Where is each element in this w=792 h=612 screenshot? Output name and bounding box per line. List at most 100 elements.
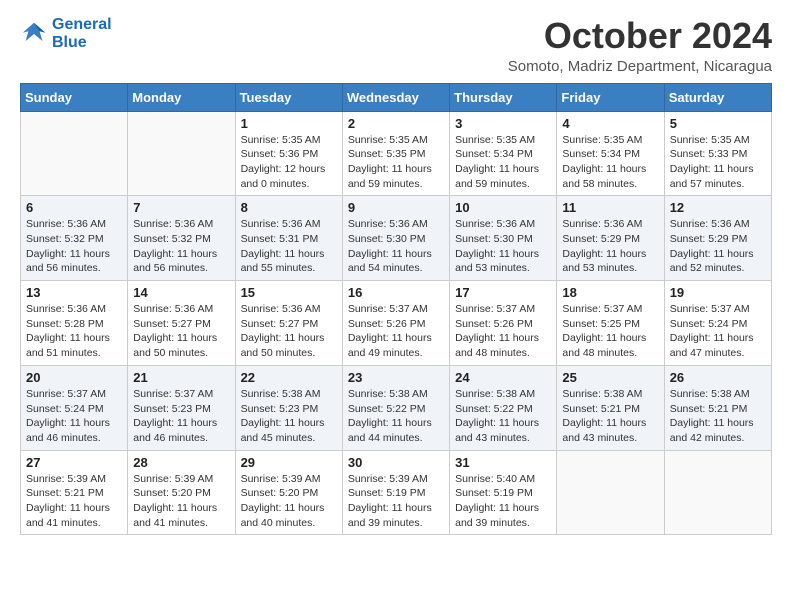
cell-info: Sunrise: 5:39 AMSunset: 5:21 PMDaylight:… — [26, 472, 122, 531]
logo-blue: Blue — [52, 34, 112, 52]
calendar-cell: 24Sunrise: 5:38 AMSunset: 5:22 PMDayligh… — [450, 365, 557, 450]
day-number: 18 — [562, 285, 658, 300]
page: General Blue October 2024 Somoto, Madriz… — [0, 0, 792, 551]
calendar-table: Sunday Monday Tuesday Wednesday Thursday… — [20, 83, 772, 536]
logo: General Blue — [20, 16, 112, 51]
cell-info: Sunrise: 5:38 AMSunset: 5:22 PMDaylight:… — [455, 387, 551, 446]
cell-info: Sunrise: 5:36 AMSunset: 5:31 PMDaylight:… — [241, 217, 337, 276]
calendar-cell: 13Sunrise: 5:36 AMSunset: 5:28 PMDayligh… — [21, 281, 128, 366]
day-number: 7 — [133, 200, 229, 215]
day-number: 23 — [348, 370, 444, 385]
calendar-cell: 22Sunrise: 5:38 AMSunset: 5:23 PMDayligh… — [235, 365, 342, 450]
cell-info: Sunrise: 5:35 AMSunset: 5:36 PMDaylight:… — [241, 133, 337, 192]
day-number: 2 — [348, 116, 444, 131]
day-number: 31 — [455, 455, 551, 470]
logo-text: General Blue — [52, 16, 112, 51]
header-wednesday: Wednesday — [342, 83, 449, 111]
cell-info: Sunrise: 5:35 AMSunset: 5:34 PMDaylight:… — [562, 133, 658, 192]
day-number: 8 — [241, 200, 337, 215]
day-number: 29 — [241, 455, 337, 470]
calendar-cell: 29 Sunrise: 5:39 AMSunset: 5:20 PMDayligh… — [235, 450, 342, 535]
header-saturday: Saturday — [664, 83, 771, 111]
day-number: 1 — [241, 116, 337, 131]
cell-info: Sunrise: 5:37 AMSunset: 5:24 PMDaylight:… — [670, 302, 766, 361]
calendar-cell: 26 Sunrise: 5:38 AMSunset: 5:21 PMDayligh… — [664, 365, 771, 450]
calendar-cell: 3Sunrise: 5:35 AMSunset: 5:34 PMDaylight… — [450, 111, 557, 196]
cell-info: Sunrise: 5:36 AMSunset: 5:29 PMDaylight:… — [562, 217, 658, 276]
calendar-week-2: 6 Sunrise: 5:36 AMSunset: 5:32 PMDaylight… — [21, 196, 772, 281]
day-number: 30 — [348, 455, 444, 470]
day-number: 5 — [670, 116, 766, 131]
calendar-cell: 19Sunrise: 5:37 AMSunset: 5:24 PMDayligh… — [664, 281, 771, 366]
header-sunday: Sunday — [21, 83, 128, 111]
calendar-cell: 4 Sunrise: 5:35 AMSunset: 5:34 PMDaylight… — [557, 111, 664, 196]
cell-info: Sunrise: 5:38 AMSunset: 5:21 PMDaylight:… — [562, 387, 658, 446]
calendar-cell: 14Sunrise: 5:36 AMSunset: 5:27 PMDayligh… — [128, 281, 235, 366]
day-number: 20 — [26, 370, 122, 385]
header-tuesday: Tuesday — [235, 83, 342, 111]
day-number: 27 — [26, 455, 122, 470]
cell-info: Sunrise: 5:37 AMSunset: 5:26 PMDaylight:… — [455, 302, 551, 361]
calendar-cell: 15 Sunrise: 5:36 AMSunset: 5:27 PMDayligh… — [235, 281, 342, 366]
day-number: 15 — [241, 285, 337, 300]
cell-info: Sunrise: 5:40 AMSunset: 5:19 PMDaylight:… — [455, 472, 551, 531]
month-title: October 2024 — [508, 16, 772, 56]
day-number: 3 — [455, 116, 551, 131]
day-number: 17 — [455, 285, 551, 300]
day-number: 26 — [670, 370, 766, 385]
cell-info: Sunrise: 5:37 AMSunset: 5:26 PMDaylight:… — [348, 302, 444, 361]
calendar-cell — [664, 450, 771, 535]
day-number: 25 — [562, 370, 658, 385]
header: General Blue October 2024 Somoto, Madriz… — [20, 16, 772, 75]
calendar-cell — [128, 111, 235, 196]
cell-info: Sunrise: 5:36 AMSunset: 5:29 PMDaylight:… — [670, 217, 766, 276]
weekday-header-row: Sunday Monday Tuesday Wednesday Thursday… — [21, 83, 772, 111]
cell-info: Sunrise: 5:38 AMSunset: 5:21 PMDaylight:… — [670, 387, 766, 446]
calendar-cell: 18Sunrise: 5:37 AMSunset: 5:25 PMDayligh… — [557, 281, 664, 366]
calendar-cell — [557, 450, 664, 535]
day-number: 9 — [348, 200, 444, 215]
cell-info: Sunrise: 5:39 AMSunset: 5:20 PMDaylight:… — [241, 472, 337, 531]
day-number: 12 — [670, 200, 766, 215]
day-number: 11 — [562, 200, 658, 215]
calendar-cell: 28 Sunrise: 5:39 AMSunset: 5:20 PMDayligh… — [128, 450, 235, 535]
calendar-cell: 2 Sunrise: 5:35 AMSunset: 5:35 PMDaylight… — [342, 111, 449, 196]
calendar-cell: 10 Sunrise: 5:36 AMSunset: 5:30 PMDayligh… — [450, 196, 557, 281]
cell-info: Sunrise: 5:38 AMSunset: 5:23 PMDaylight:… — [241, 387, 337, 446]
calendar-cell: 9Sunrise: 5:36 AMSunset: 5:30 PMDaylight… — [342, 196, 449, 281]
day-number: 14 — [133, 285, 229, 300]
logo-general: General — [52, 16, 112, 33]
logo-icon — [20, 20, 48, 48]
calendar-cell — [21, 111, 128, 196]
day-number: 13 — [26, 285, 122, 300]
calendar-cell: 31 Sunrise: 5:40 AMSunset: 5:19 PMDayligh… — [450, 450, 557, 535]
calendar-cell: 20Sunrise: 5:37 AMSunset: 5:24 PMDayligh… — [21, 365, 128, 450]
calendar-cell: 27 Sunrise: 5:39 AMSunset: 5:21 PMDayligh… — [21, 450, 128, 535]
day-number: 4 — [562, 116, 658, 131]
header-friday: Friday — [557, 83, 664, 111]
day-number: 10 — [455, 200, 551, 215]
calendar-week-3: 13Sunrise: 5:36 AMSunset: 5:28 PMDayligh… — [21, 281, 772, 366]
cell-info: Sunrise: 5:36 AMSunset: 5:27 PMDaylight:… — [241, 302, 337, 361]
calendar-cell: 17 Sunrise: 5:37 AMSunset: 5:26 PMDayligh… — [450, 281, 557, 366]
calendar-cell: 30Sunrise: 5:39 AMSunset: 5:19 PMDayligh… — [342, 450, 449, 535]
day-number: 28 — [133, 455, 229, 470]
calendar-cell: 7 Sunrise: 5:36 AMSunset: 5:32 PMDaylight… — [128, 196, 235, 281]
calendar-cell: 8 Sunrise: 5:36 AMSunset: 5:31 PMDaylight… — [235, 196, 342, 281]
title-block: October 2024 Somoto, Madriz Department, … — [508, 16, 772, 75]
cell-info: Sunrise: 5:36 AMSunset: 5:30 PMDaylight:… — [455, 217, 551, 276]
day-number: 16 — [348, 285, 444, 300]
cell-info: Sunrise: 5:36 AMSunset: 5:32 PMDaylight:… — [133, 217, 229, 276]
location-subtitle: Somoto, Madriz Department, Nicaragua — [508, 58, 772, 75]
calendar-cell: 1 Sunrise: 5:35 AMSunset: 5:36 PMDaylight… — [235, 111, 342, 196]
cell-info: Sunrise: 5:37 AMSunset: 5:23 PMDaylight:… — [133, 387, 229, 446]
calendar-cell: 5Sunrise: 5:35 AMSunset: 5:33 PMDaylight… — [664, 111, 771, 196]
header-monday: Monday — [128, 83, 235, 111]
calendar-week-4: 20Sunrise: 5:37 AMSunset: 5:24 PMDayligh… — [21, 365, 772, 450]
cell-info: Sunrise: 5:36 AMSunset: 5:32 PMDaylight:… — [26, 217, 122, 276]
day-number: 6 — [26, 200, 122, 215]
cell-info: Sunrise: 5:35 AMSunset: 5:35 PMDaylight:… — [348, 133, 444, 192]
cell-info: Sunrise: 5:39 AMSunset: 5:20 PMDaylight:… — [133, 472, 229, 531]
calendar-cell: 12 Sunrise: 5:36 AMSunset: 5:29 PMDayligh… — [664, 196, 771, 281]
calendar-cell: 6 Sunrise: 5:36 AMSunset: 5:32 PMDaylight… — [21, 196, 128, 281]
